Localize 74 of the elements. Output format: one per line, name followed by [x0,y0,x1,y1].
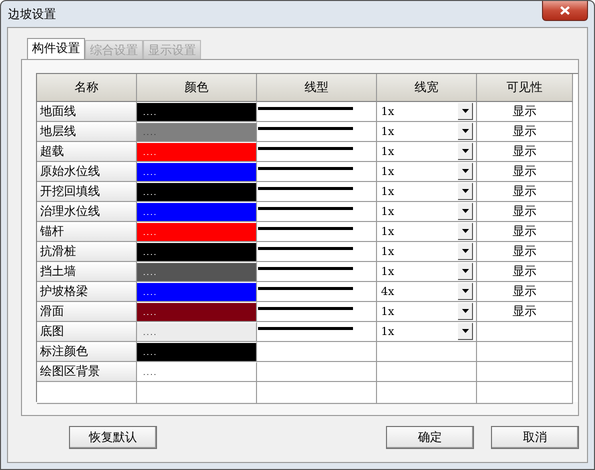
row-name-cell[interactable]: 挡土墙 [37,262,137,282]
color-swatch[interactable]: .... [137,262,257,282]
color-swatch[interactable]: .... [137,222,257,242]
column-header: 线宽 [377,74,477,102]
line-style-sample[interactable] [258,286,353,290]
close-icon [560,6,570,15]
column-header: 线型 [257,74,377,102]
visibility-value[interactable]: 显示 [512,223,536,240]
row-name-cell[interactable]: 滑面 [37,302,137,322]
visibility-value[interactable]: 显示 [512,283,536,300]
row-name-cell[interactable]: 底图 [37,322,137,342]
column-header: 颜色 [137,74,257,102]
color-swatch[interactable]: .... [137,142,257,162]
row-name-cell[interactable]: 护坡格梁 [37,282,137,302]
line-width-dropdown[interactable]: 4x [377,282,477,302]
color-swatch[interactable]: .... [137,182,257,202]
line-style-sample[interactable] [258,106,353,110]
restore-defaults-button[interactable]: 恢复默认 [69,426,157,449]
color-swatch[interactable]: .... [137,282,257,302]
line-width-dropdown[interactable]: 1x [377,242,477,262]
window-title: 边坡设置 [7,6,56,22]
visibility-value[interactable]: 显示 [512,163,536,180]
color-swatch[interactable]: .... [137,102,257,122]
row-name-cell[interactable]: 原始水位线 [37,162,137,182]
line-style-sample[interactable] [258,186,353,190]
line-width-dropdown[interactable]: 1x [377,102,477,122]
line-style-sample[interactable] [258,126,353,130]
color-swatch[interactable]: .... [137,162,257,182]
line-width-dropdown[interactable]: 1x [377,222,477,242]
visibility-value[interactable]: 显示 [512,263,536,280]
row-name-cell[interactable]: 锚杆 [37,222,137,242]
ok-button[interactable]: 确定 [386,426,474,449]
line-width-dropdown[interactable]: 1x [377,322,477,342]
cancel-button[interactable]: 取消 [491,426,579,449]
line-style-sample[interactable] [258,206,353,210]
row-name-cell[interactable]: 地面线 [37,102,137,122]
visibility-value[interactable]: 显示 [512,183,536,200]
visibility-value[interactable]: 显示 [512,123,536,140]
line-width-dropdown[interactable]: 1x [377,162,477,182]
visibility-value[interactable]: 显示 [512,243,536,260]
visibility-value[interactable]: 显示 [512,143,536,160]
column-header: 名称 [37,74,137,102]
row-name-cell[interactable]: 地层线 [37,122,137,142]
tab[interactable]: 构件设置 [27,38,85,59]
color-swatch[interactable]: .... [137,342,257,362]
line-style-sample[interactable] [258,226,353,230]
visibility-value[interactable]: 显示 [512,303,536,320]
row-name-cell[interactable]: 治理水位线 [37,202,137,222]
visibility-value[interactable]: 显示 [512,103,536,120]
color-swatch[interactable]: .... [137,302,257,322]
color-swatch[interactable]: .... [137,362,257,382]
line-style-sample[interactable] [258,266,353,270]
row-name-cell[interactable]: 超载 [37,142,137,162]
line-style-sample[interactable] [258,326,353,330]
line-width-dropdown[interactable]: 1x [377,202,477,222]
row-name-cell[interactable]: 标注颜色 [37,342,137,362]
line-style-sample[interactable] [258,166,353,170]
column-header: 可见性 [477,74,573,102]
visibility-value[interactable]: 显示 [512,203,536,220]
row-name-cell[interactable]: 开挖回填线 [37,182,137,202]
line-style-sample[interactable] [258,246,353,250]
line-width-dropdown[interactable]: 1x [377,142,477,162]
line-width-dropdown[interactable]: 1x [377,262,477,282]
row-name-cell[interactable]: 绘图区背景 [37,362,137,382]
line-width-dropdown[interactable]: 1x [377,182,477,202]
color-swatch[interactable]: .... [137,202,257,222]
color-swatch[interactable]: .... [137,322,257,342]
line-style-sample[interactable] [258,306,353,310]
close-button[interactable] [542,1,588,21]
row-name-cell[interactable]: 抗滑桩 [37,242,137,262]
line-style-sample[interactable] [258,146,353,150]
color-swatch[interactable]: .... [137,242,257,262]
line-width-dropdown[interactable]: 1x [377,122,477,142]
line-width-dropdown[interactable]: 1x [377,302,477,322]
